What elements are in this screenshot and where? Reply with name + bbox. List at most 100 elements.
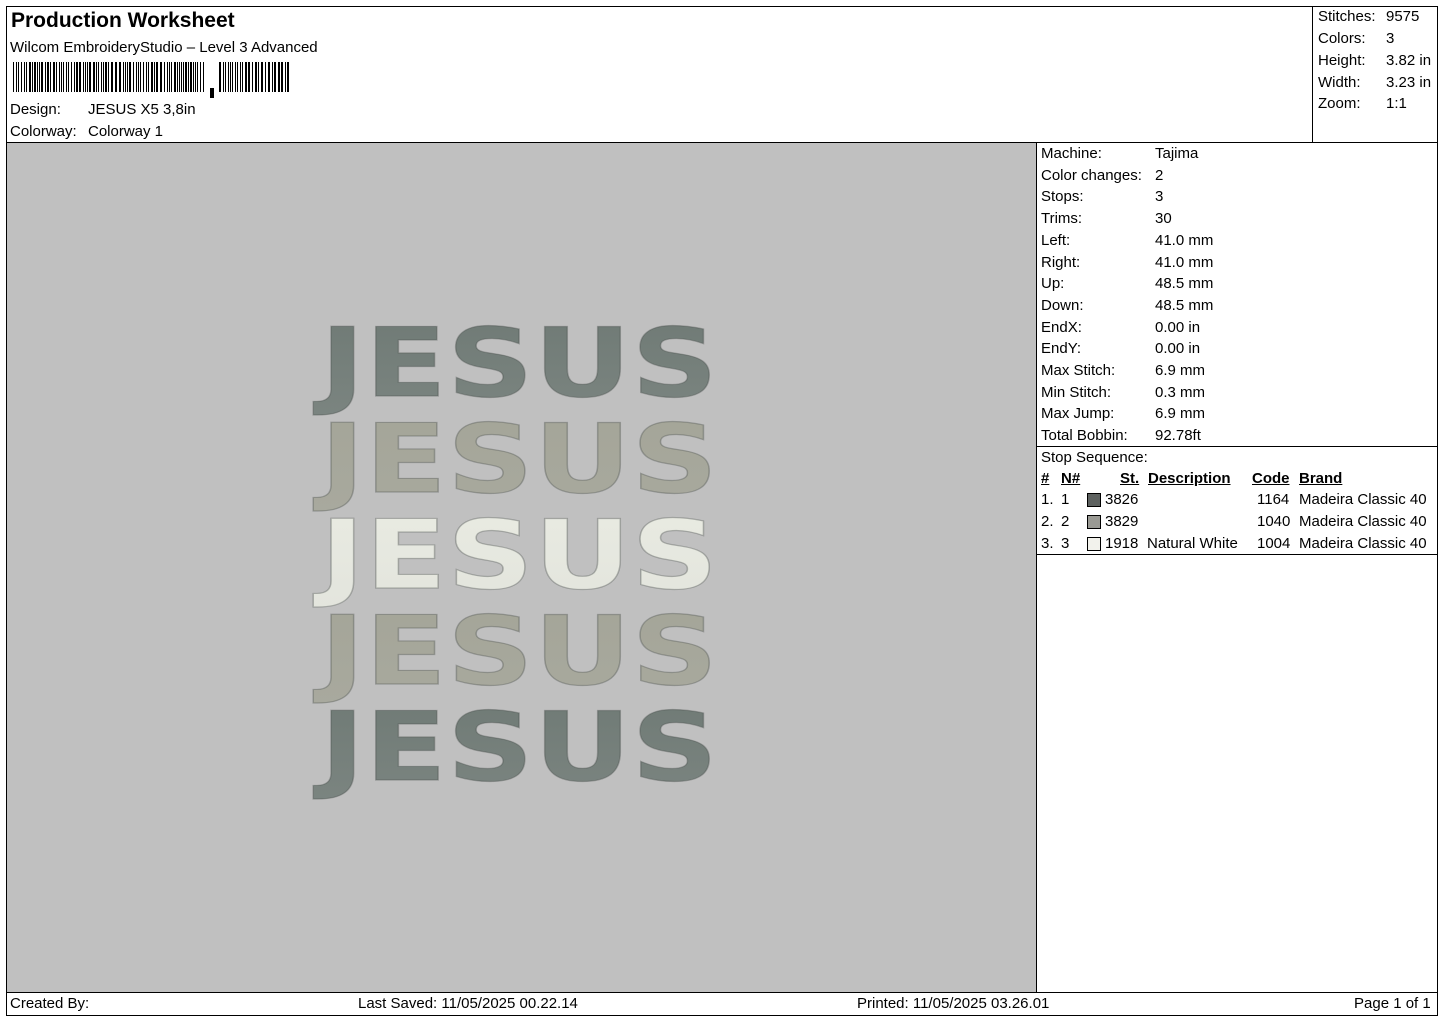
machine-info-label: EndX:: [1041, 318, 1082, 336]
barcode-bar: [281, 62, 283, 92]
design-label: Design:: [10, 101, 61, 118]
barcode-bar: [89, 62, 91, 92]
thread-color-swatch: [1087, 537, 1101, 551]
machine-info-value: Tajima: [1155, 145, 1199, 162]
machine-info-row: Right: 41.0 mm: [1041, 254, 1213, 271]
machine-info-value: 6.9 mm: [1155, 405, 1206, 423]
machine-info-value: 30: [1155, 210, 1172, 228]
barcode-bar: [177, 62, 178, 92]
design-name-row: Design: JESUS X5 3,8in: [10, 101, 196, 118]
barcode-bar: [261, 62, 263, 92]
barcode-bar: [123, 62, 124, 92]
machine-info-value: 2: [1155, 166, 1164, 184]
stop-brand: Madeira Classic 40: [1299, 513, 1427, 530]
machine-info-label: Machine:: [1041, 145, 1102, 162]
barcode-bar: [83, 62, 84, 92]
barcode-bar: [167, 62, 168, 92]
barcode-bar: [140, 62, 141, 92]
stitches-label: Stitches:: [1318, 8, 1376, 25]
barcode-bar: [252, 62, 253, 92]
machine-info-value: 41.0 mm: [1155, 253, 1214, 271]
software-name: Wilcom EmbroideryStudio – Level 3 Advanc…: [10, 39, 318, 56]
embroidery-preview: JESUSJESUSJESUSJESUSJESUS: [312, 308, 719, 803]
machine-info-label: Min Stitch:: [1041, 383, 1112, 401]
barcode-bar: [101, 62, 102, 92]
machine-info-value: 3: [1155, 188, 1164, 206]
machine-info-row: Total Bobbin: 92.78ft: [1041, 427, 1201, 444]
stop-needle: 1: [1061, 491, 1070, 508]
barcode-bar: [274, 62, 276, 92]
barcode-bar: [16, 62, 17, 92]
last-saved: Last Saved: 11/05/2025 00.22.14: [358, 995, 578, 1012]
barcode-bar: [127, 62, 128, 92]
barcode-bar: [115, 62, 117, 92]
barcode-bar: [265, 62, 266, 92]
machine-info-value: 6.9 mm: [1155, 362, 1206, 379]
barcode-bar: [200, 62, 201, 92]
barcode-bar: [93, 62, 95, 92]
barcode-bar: [32, 62, 33, 92]
barcode-bar: [103, 62, 104, 92]
stop-needle: 3: [1061, 535, 1070, 552]
colors-label: Colors:: [1318, 30, 1366, 47]
barcode-bar: [39, 62, 40, 92]
machine-info-label: EndY:: [1041, 340, 1082, 358]
barcode-bar: [125, 62, 126, 92]
width-value: 3.23 in: [1386, 74, 1432, 91]
barcode-bar: [228, 62, 229, 92]
barcode-bar: [248, 62, 250, 92]
machine-info-value: 48.5 mm: [1155, 296, 1214, 314]
stop-code: 1004: [1257, 535, 1291, 552]
col-header-num: #: [1041, 470, 1050, 487]
barcode-bar: [148, 62, 149, 92]
page-number: Page 1 of 1: [1354, 995, 1431, 1012]
barcode-bar: [181, 62, 182, 92]
embroidered-word: JESUS: [312, 693, 718, 803]
barcode-bar: [21, 62, 22, 92]
barcode-bar: [285, 62, 286, 92]
machine-info-row: Max Jump: 6.9 mm: [1041, 405, 1205, 422]
barcode-bar: [287, 62, 289, 92]
barcode-bar: [272, 62, 273, 92]
col-header-needle: N#: [1061, 470, 1081, 487]
barcode-bar: [108, 62, 109, 92]
barcode-bar: [164, 62, 165, 92]
barcode-bar: [242, 62, 243, 92]
width-label: Width:: [1318, 74, 1361, 91]
stop-description: Natural White: [1147, 535, 1238, 552]
stop-num: 1.: [1041, 491, 1054, 508]
barcode-bar: [71, 62, 72, 92]
barcode-comma: [210, 88, 214, 98]
machine-info-label: Right:: [1041, 253, 1081, 271]
machine-info-row: Up: 48.5 mm: [1041, 275, 1213, 292]
footer-divider: [6, 992, 1438, 993]
barcode-bar: [63, 62, 64, 92]
barcode-bar: [74, 62, 75, 92]
worksheet-header: Production Worksheet Wilcom EmbroiderySt…: [6, 6, 1313, 143]
barcode-bar: [169, 62, 170, 92]
barcode-bar: [45, 62, 46, 92]
barcode-bar: [53, 62, 55, 92]
machine-info-row: Down: 48.5 mm: [1041, 297, 1213, 314]
barcode-bar: [143, 62, 144, 92]
stop-brand: Madeira Classic 40: [1299, 535, 1427, 552]
machine-info-label: Down:: [1041, 296, 1084, 314]
barcode-bar: [41, 62, 43, 92]
machine-info-label: Max Jump:: [1041, 405, 1115, 423]
barcode-bar: [26, 62, 27, 92]
barcode-bar: [160, 62, 162, 92]
machine-info-row: Stops: 3: [1041, 188, 1163, 205]
stop-num: 3.: [1041, 535, 1054, 552]
barcode-bar: [225, 62, 226, 92]
embroidered-word: JESUS: [312, 309, 718, 419]
barcode-image: [13, 62, 289, 98]
machine-info-value: 48.5 mm: [1155, 275, 1214, 293]
barcode-bar: [59, 62, 60, 92]
machine-info-value: 92.78ft: [1155, 427, 1201, 445]
machine-info-label: Left:: [1041, 231, 1071, 249]
colors-value: 3: [1386, 30, 1395, 47]
barcode-bar: [85, 62, 86, 92]
barcode-bar: [171, 62, 172, 92]
stop-stitches: 3829: [1105, 513, 1139, 530]
barcode-bar: [185, 62, 187, 92]
